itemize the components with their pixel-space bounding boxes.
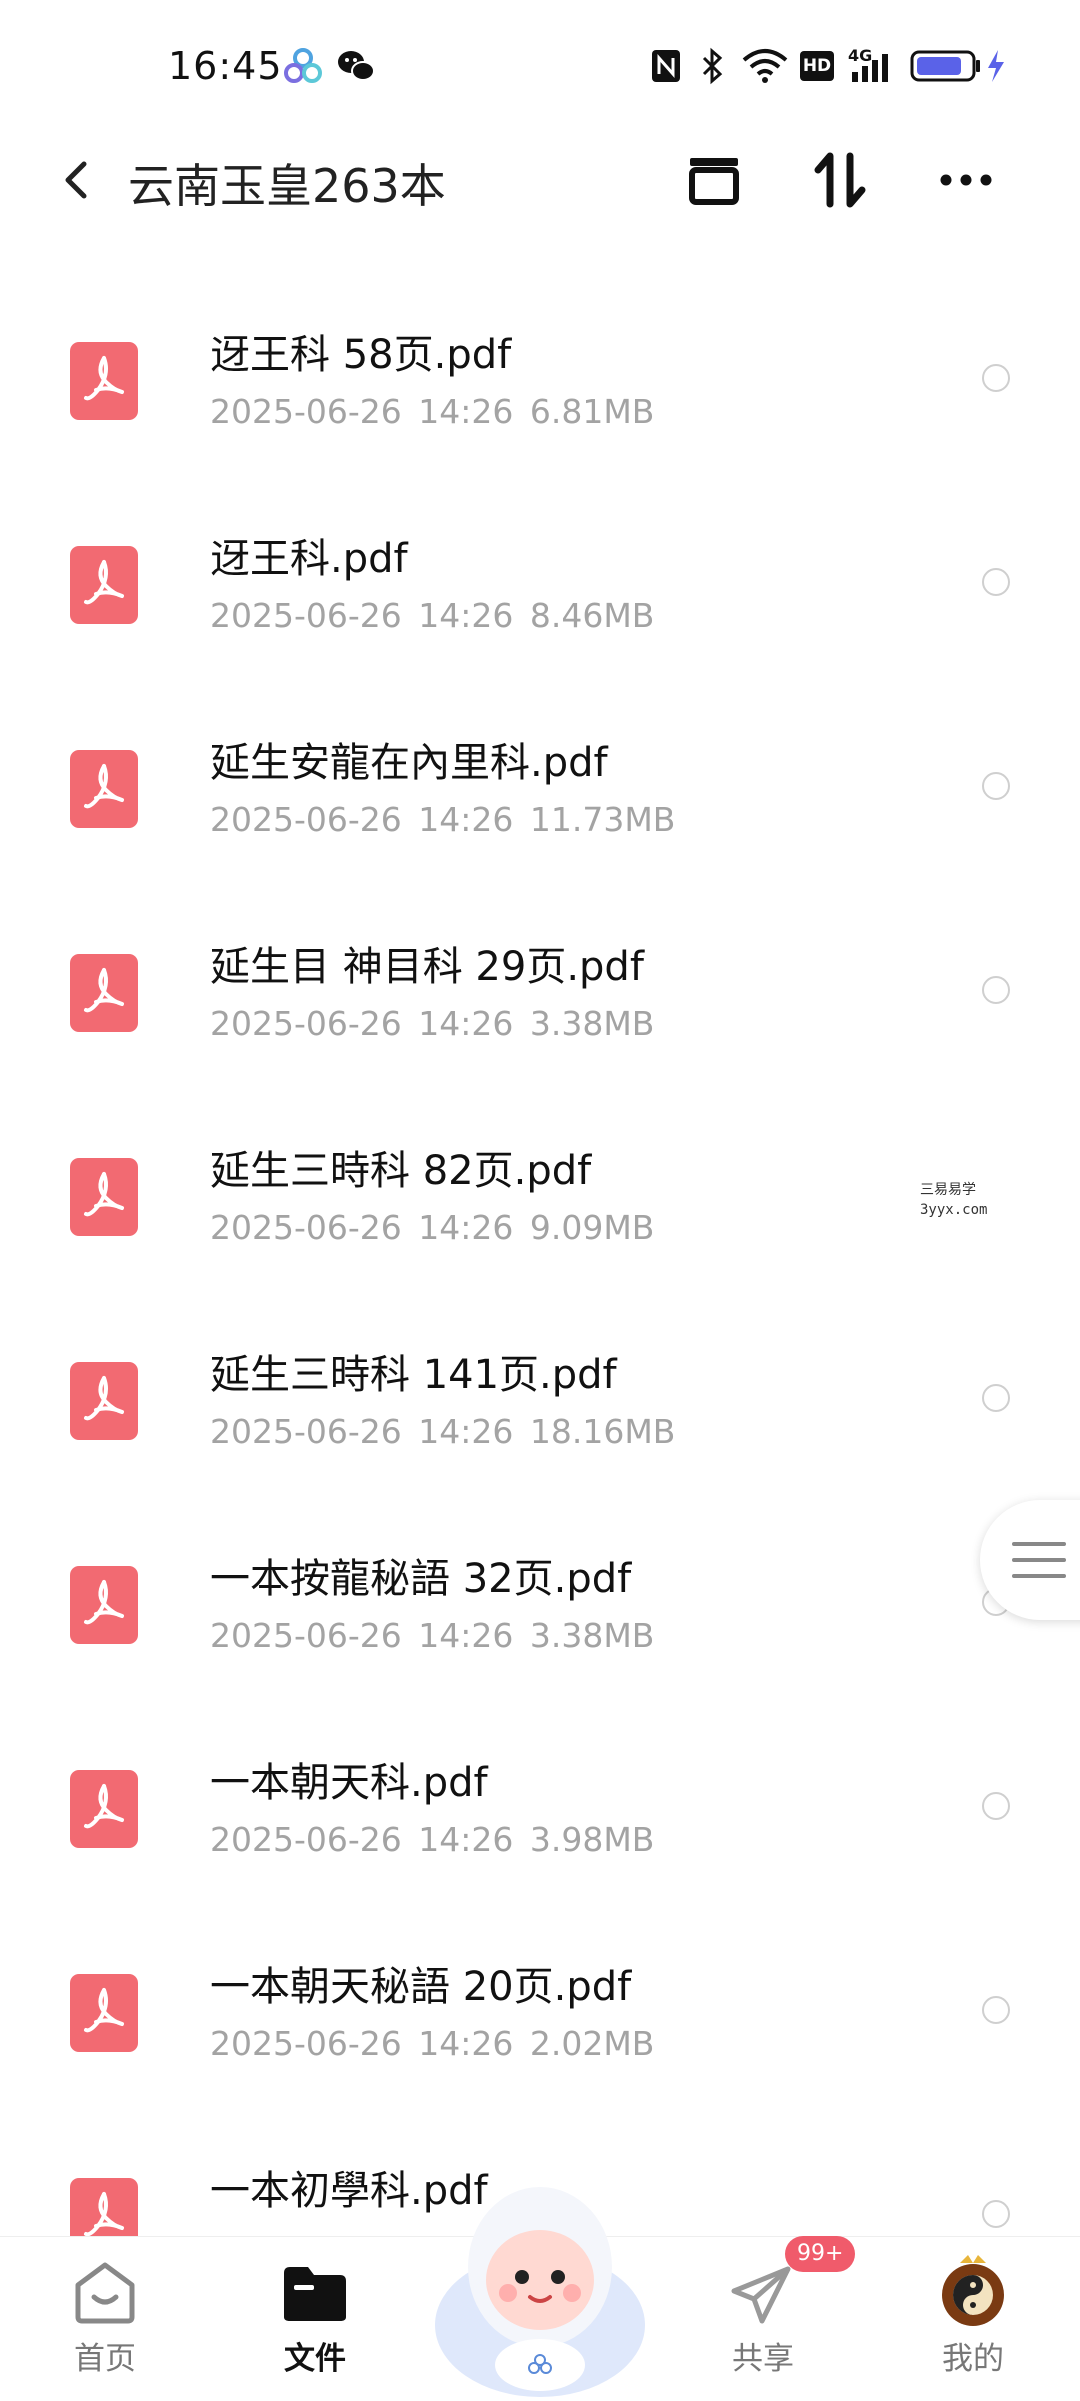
select-radio[interactable] [982, 976, 1010, 1004]
pdf-file-icon [70, 1158, 138, 1236]
select-radio[interactable] [982, 1792, 1010, 1820]
watermark-line: 三易易学 [920, 1182, 976, 1198]
send-icon [731, 2266, 791, 2324]
top-app-bar: 云南玉皇263本 [0, 130, 1080, 230]
nav-mine[interactable]: 我的 [898, 2237, 1048, 2401]
hd-label: HD [802, 56, 832, 76]
file-name: 延生目 神目科 29页.pdf [210, 944, 644, 990]
nav-label: 我的 [942, 2341, 1004, 2377]
file-row[interactable]: 一本按龍秘語 32页.pdf 2025-06-26 14:26 3.38MB [0, 1504, 1080, 1708]
nav-label: 文件 [284, 2341, 346, 2377]
file-row[interactable]: 延生三時科 141页.pdf 2025-06-26 14:26 18.16MB [0, 1300, 1080, 1504]
file-name: 延生三時科 82页.pdf [210, 1148, 592, 1194]
pdf-file-icon [70, 954, 138, 1032]
select-radio[interactable] [982, 772, 1010, 800]
wechat-icon [338, 51, 375, 81]
file-meta: 2025-06-26 14:26 18.16MB [210, 1412, 676, 1451]
sort-icon[interactable] [804, 144, 876, 216]
pdf-file-icon [70, 750, 138, 828]
avatar [942, 2255, 1004, 2326]
notification-badge: 99+ [785, 2236, 856, 2272]
file-name: 迓王科 58页.pdf [210, 332, 512, 378]
watermark: 三易易学 3yyx.com [920, 1180, 987, 1220]
pdf-file-icon [70, 1770, 138, 1848]
file-meta: 2025-06-26 14:26 3.38MB [210, 1004, 655, 1043]
file-row[interactable]: 延生目 神目科 29页.pdf 2025-06-26 14:26 3.38MB [0, 892, 1080, 1096]
select-radio[interactable] [982, 1384, 1010, 1412]
file-name: 延生安龍在內里科.pdf [210, 740, 608, 786]
file-row[interactable]: 一本朝天秘語 20页.pdf 2025-06-26 14:26 2.02MB [0, 1912, 1080, 2116]
nav-label: 首页 [74, 2341, 136, 2377]
file-row[interactable]: 迓王科 58页.pdf 2025-06-26 14:26 6.81MB [0, 280, 1080, 484]
nav-files[interactable]: 文件 [240, 2237, 390, 2401]
nav-label: 共享 [732, 2341, 794, 2377]
battery-icon [910, 50, 980, 82]
page-title: 云南玉皇263本 [128, 159, 446, 213]
bluetooth-icon [702, 47, 723, 85]
pdf-file-icon [70, 342, 138, 420]
status-bar: 16:45 HD 4G [0, 0, 1080, 140]
app-logo-icon [284, 48, 322, 83]
file-row[interactable]: 迓王科.pdf 2025-06-26 14:26 8.46MB [0, 484, 1080, 688]
select-radio[interactable] [982, 364, 1010, 392]
file-row[interactable]: 延生三時科 82页.pdf 2025-06-26 14:26 9.09MB [0, 1096, 1080, 1300]
file-meta: 2025-06-26 14:26 3.98MB [210, 1820, 655, 1859]
file-name: 一本按龍秘語 32页.pdf [210, 1556, 632, 1602]
select-radio[interactable] [982, 568, 1010, 596]
hd-icon: HD [800, 51, 834, 81]
file-meta: 2025-06-26 14:26 2.02MB [210, 2024, 655, 2063]
pdf-file-icon [70, 1362, 138, 1440]
home-icon [75, 2262, 135, 2324]
pdf-file-icon [70, 1566, 138, 1644]
file-meta: 2025-06-26 14:26 6.81MB [210, 392, 655, 431]
signal-icon [852, 54, 888, 82]
file-meta: 2025-06-26 14:26 11.73MB [210, 800, 676, 839]
watermark-line: 3yyx.com [920, 1202, 988, 1218]
assistant-mascot-button[interactable] [430, 2175, 650, 2400]
file-name: 一本朝天秘語 20页.pdf [210, 1964, 632, 2010]
wifi-icon [742, 49, 788, 83]
pdf-file-icon [70, 1974, 138, 2052]
file-name: 延生三時科 141页.pdf [210, 1352, 617, 1398]
menu-lines-icon [1012, 1542, 1066, 1578]
file-meta: 2025-06-26 14:26 9.09MB [210, 1208, 655, 1247]
file-name: 一本朝天科.pdf [210, 1760, 488, 1806]
clock: 16:45 [168, 44, 283, 88]
file-meta: 2025-06-26 14:26 3.38MB [210, 1616, 655, 1655]
archive-icon[interactable] [678, 144, 750, 216]
nfc-icon [652, 50, 680, 82]
more-icon[interactable] [930, 144, 1002, 216]
back-icon[interactable] [48, 150, 108, 210]
file-name: 迓王科.pdf [210, 536, 408, 582]
file-row[interactable]: 延生安龍在內里科.pdf 2025-06-26 14:26 11.73MB [0, 688, 1080, 892]
file-meta: 2025-06-26 14:26 8.46MB [210, 596, 655, 635]
select-radio[interactable] [982, 1996, 1010, 2024]
file-row[interactable]: 一本朝天科.pdf 2025-06-26 14:26 3.98MB [0, 1708, 1080, 1912]
charging-icon [988, 50, 1004, 82]
select-radio[interactable] [982, 2200, 1010, 2228]
nav-home[interactable]: 首页 [30, 2237, 180, 2401]
pdf-file-icon [70, 546, 138, 624]
folder-icon [284, 2267, 346, 2321]
